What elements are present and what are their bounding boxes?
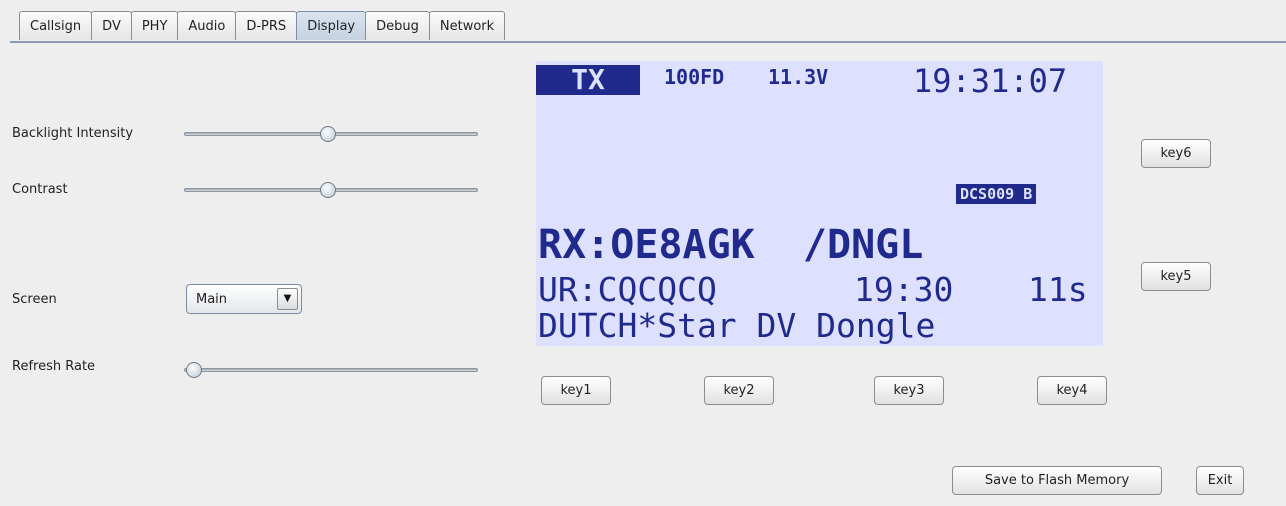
display-panel: Backlight Intensity Contrast Screen Main… [0, 43, 1286, 506]
tab-bar: Callsign DV PHY Audio D-PRS Display Debu… [10, 8, 1286, 43]
tab-list: Callsign DV PHY Audio D-PRS Display Debu… [19, 11, 506, 41]
key1-button[interactable]: key1 [541, 376, 611, 405]
screen-select[interactable]: Main ▼ [186, 284, 302, 314]
backlight-label: Backlight Intensity [12, 126, 134, 141]
backlight-slider[interactable] [184, 125, 478, 145]
lcd-display: TX 100FD 11.3V 19:31:07 DCS009 B RX:OE8A… [536, 61, 1103, 346]
save-to-flash-button[interactable]: Save to Flash Memory [952, 466, 1162, 495]
refresh-rate-label: Refresh Rate [12, 359, 96, 374]
lcd-message: DUTCH*Star DV Dongle [538, 306, 936, 345]
tab-debug[interactable]: Debug [365, 11, 430, 40]
tab-audio[interactable]: Audio [177, 11, 237, 40]
lcd-code: 100FD [664, 65, 725, 89]
exit-button[interactable]: Exit [1196, 466, 1244, 495]
refresh-rate-slider-track [184, 368, 478, 372]
refresh-rate-slider[interactable] [184, 361, 478, 381]
contrast-slider[interactable] [184, 181, 478, 201]
contrast-slider-thumb[interactable] [320, 182, 337, 198]
key5-button[interactable]: key5 [1141, 262, 1211, 291]
key2-button[interactable]: key2 [704, 376, 774, 405]
tab-callsign[interactable]: Callsign [19, 11, 93, 40]
lcd-voltage: 11.3V [768, 65, 829, 89]
tab-phy[interactable]: PHY [130, 11, 179, 40]
contrast-label: Contrast [12, 182, 68, 197]
tab-dv[interactable]: DV [91, 11, 132, 40]
lcd-status: DCS009 B [956, 184, 1037, 204]
lcd-time: 19:31:07 [913, 62, 1068, 100]
tab-dprs[interactable]: D-PRS [235, 11, 298, 40]
dropdown-arrow-icon[interactable]: ▼ [277, 288, 298, 310]
key4-button[interactable]: key4 [1037, 376, 1107, 405]
backlight-slider-thumb[interactable] [320, 126, 337, 142]
refresh-rate-slider-thumb[interactable] [186, 362, 202, 378]
lcd-ur-duration: 11s [1028, 270, 1088, 309]
tab-network[interactable]: Network [428, 11, 506, 40]
screen-select-value: Main [196, 292, 228, 307]
lcd-tx-indicator: TX [536, 65, 640, 95]
tab-display[interactable]: Display [296, 11, 367, 40]
key3-button[interactable]: key3 [874, 376, 944, 405]
lcd-ur-time: 19:30 [854, 270, 954, 309]
screen-label: Screen [12, 292, 57, 307]
lcd-ur-call: UR:CQCQCQ [538, 270, 717, 309]
lcd-rx-line: RX:OE8AGK /DNGL [538, 222, 924, 268]
key6-button[interactable]: key6 [1141, 139, 1211, 168]
